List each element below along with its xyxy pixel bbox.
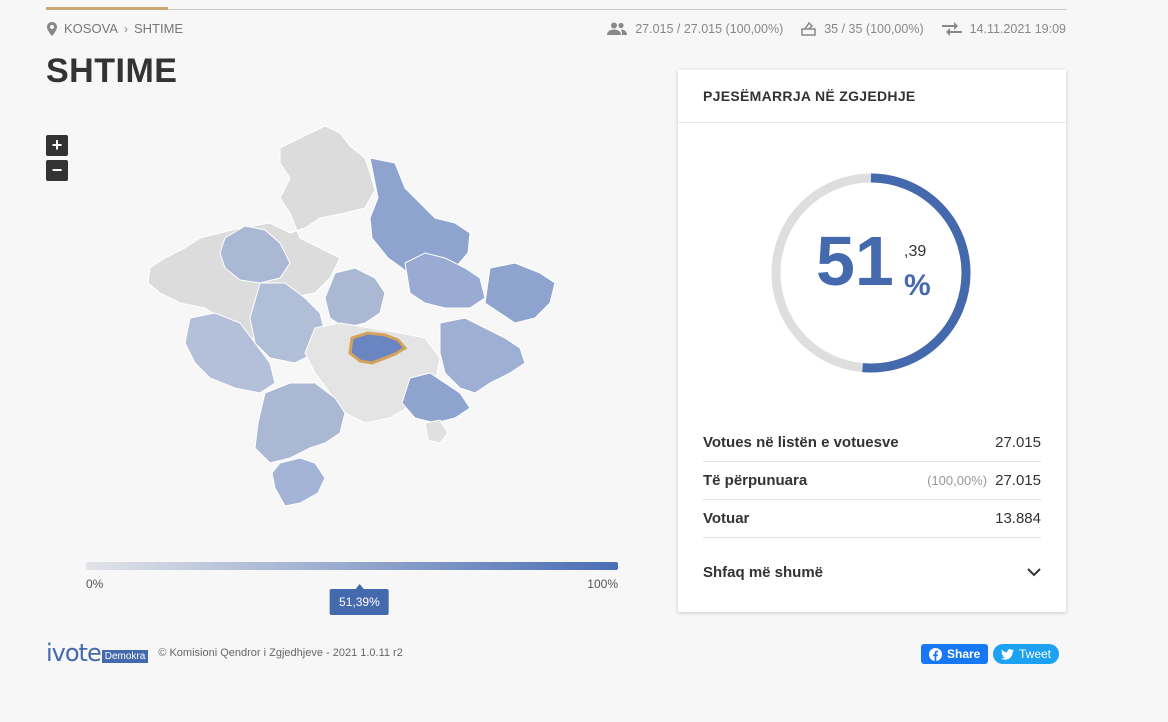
- scale-marker: 51,39%: [330, 584, 389, 615]
- list-item: Të përpunuara (100,00%) 27.015: [703, 462, 1041, 500]
- turnout-percent-decimal: ,39: [904, 243, 927, 260]
- row-label: Votuar: [703, 510, 750, 527]
- twitter-tweet-button[interactable]: Tweet: [993, 644, 1060, 664]
- turnout-scale: 0% 100% 51,39%: [86, 562, 618, 615]
- row-label: Të përpunuara: [703, 472, 808, 489]
- map-region-south[interactable]: [254, 382, 346, 464]
- logo-text: ivote: [46, 639, 102, 667]
- chevron-right-icon: ›: [123, 21, 128, 36]
- zoom-out-button[interactable]: −: [46, 160, 68, 181]
- kosovo-turnout-map[interactable]: [140, 118, 570, 513]
- list-item: Votues në listën e votuesve 27.015: [703, 424, 1041, 462]
- turnout-percent-integer: 51: [816, 222, 894, 300]
- chevron-down-icon: [1027, 567, 1041, 576]
- zoom-in-button[interactable]: +: [46, 135, 68, 156]
- top-divider: [46, 9, 1066, 10]
- voters-stat-value: 27.015 / 27.015 (100,00%): [635, 21, 784, 36]
- turnout-percent: 51 ,39 %: [678, 171, 1066, 375]
- last-update-stat: 14.11.2021 19:09: [941, 21, 1066, 36]
- turnout-card: PJESËMARRJA NË ZGJEDHJE 51 ,39 % Votues …: [678, 70, 1066, 612]
- turnout-percent-sign: %: [904, 269, 931, 302]
- page-title: SHTIME: [46, 52, 178, 90]
- last-update-value: 14.11.2021 19:09: [969, 21, 1066, 36]
- turnout-stats-list: Votues në listën e votuesve 27.015 Të pë…: [703, 424, 1041, 538]
- scale-marker-label: 51,39%: [330, 589, 389, 615]
- ballot-box-icon: [801, 21, 816, 36]
- breadcrumb-current: SHTIME: [133, 21, 184, 36]
- copyright-text: © Komisioni Qendror i Zgjedhjeve - 2021 …: [158, 647, 403, 659]
- map-region-far-south[interactable]: [271, 457, 326, 507]
- scale-max-label: 100%: [587, 577, 618, 591]
- row-value: 27.015: [995, 434, 1041, 451]
- row-value: 13.884: [995, 510, 1041, 527]
- row-label: Votues në listën e votuesve: [703, 434, 899, 451]
- map-region-south-tip[interactable]: [424, 419, 449, 444]
- voters-stat: 27.015 / 27.015 (100,00%): [607, 22, 783, 36]
- row-sub: (100,00%): [927, 473, 988, 488]
- twitter-tweet-label: Tweet: [1019, 647, 1052, 661]
- show-more-button[interactable]: Shfaq më shumë: [703, 556, 1041, 588]
- map-region-east-1[interactable]: [404, 252, 486, 309]
- breadcrumb-root-link[interactable]: KOSOVA: [64, 21, 118, 36]
- scale-gradient-bar: [86, 562, 618, 570]
- scale-min-label: 0%: [86, 577, 104, 591]
- row-value: 27.015: [995, 472, 1041, 489]
- map-region-center-north[interactable]: [324, 267, 386, 329]
- map-region-east-2[interactable]: [484, 262, 556, 324]
- map-region-east-3[interactable]: [439, 317, 526, 394]
- location-pin-icon: [47, 21, 57, 36]
- facebook-share-button[interactable]: Share: [921, 644, 989, 664]
- polling-stations-value: 35 / 35 (100,00%): [824, 21, 924, 36]
- breadcrumb: KOSOVA › SHTIME: [46, 21, 183, 36]
- footer: ivote Demokra © Komisioni Qendror i Zgje…: [46, 641, 403, 665]
- turnout-card-title: PJESËMARRJA NË ZGJEDHJE: [678, 70, 1066, 123]
- ivote-logo[interactable]: ivote Demokra: [46, 639, 149, 667]
- header-stats: 27.015 / 27.015 (100,00%) 35 / 35 (100,0…: [607, 21, 1066, 36]
- facebook-icon: [929, 647, 942, 661]
- polling-stations-stat: 35 / 35 (100,00%): [801, 21, 924, 36]
- twitter-bird-icon: [1001, 648, 1014, 660]
- sync-arrows-icon: [941, 21, 962, 36]
- facebook-share-label: Share: [947, 647, 981, 661]
- logo-badge: Demokra: [101, 650, 149, 663]
- people-icon: [607, 22, 628, 35]
- show-more-label: Shfaq më shumë: [703, 563, 824, 581]
- list-item: Votuar 13.884: [703, 500, 1041, 538]
- top-accent-bar: [46, 7, 168, 10]
